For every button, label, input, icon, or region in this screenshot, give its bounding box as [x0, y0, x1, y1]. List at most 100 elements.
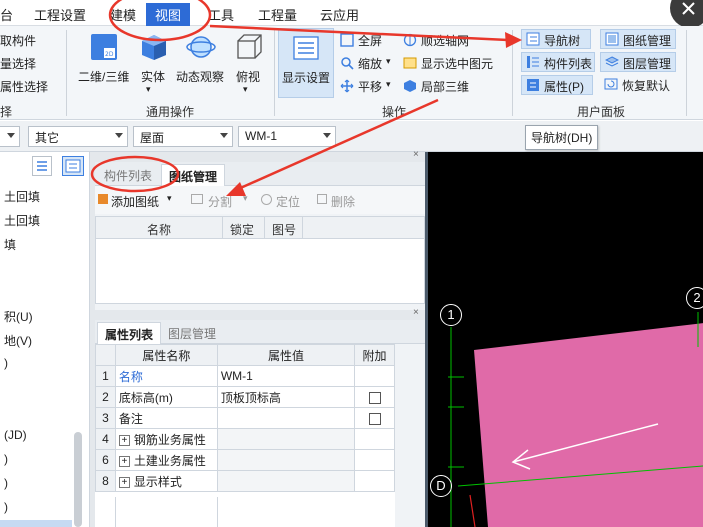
divider [222, 217, 223, 239]
tree-item[interactable]: 地(V) [4, 332, 32, 349]
property-value[interactable]: WM-1 [216, 365, 356, 387]
menu-item-cloud[interactable]: 云应用 [320, 5, 359, 24]
divider [264, 217, 265, 239]
drawing-action-bar: 添加图纸 ▾ 分割 ▾ 定位 删除 [95, 186, 425, 214]
menu-item-view[interactable]: 视图 [146, 3, 191, 26]
list-view-button[interactable] [32, 156, 52, 176]
svg-text:2D: 2D [105, 51, 114, 58]
orbit-icon [186, 36, 216, 58]
divider [217, 497, 218, 527]
axis-label-2: 2 [686, 287, 703, 309]
expand-icon[interactable]: + [118, 434, 130, 446]
restore-default-button[interactable]: 恢复默认 [600, 75, 676, 95]
tree-item[interactable]: 土回填 [4, 188, 40, 205]
category-combo[interactable]: 其它 [28, 126, 128, 147]
component-list-icon [527, 56, 539, 68]
tab-layer-manage[interactable]: 图层管理 [161, 322, 223, 344]
layer-manage-button[interactable]: 图层管理 [600, 52, 676, 72]
property-name: 显示样式 [133, 474, 182, 489]
box-view-icon [237, 34, 262, 59]
drawing-manage-button[interactable]: 图纸管理 [600, 29, 676, 49]
additional-cell [354, 365, 395, 387]
2d-3d-icon: 2D [91, 34, 117, 60]
additional-cell [354, 428, 395, 450]
table-row[interactable]: 4 + 钢筋业务属性 [95, 428, 395, 450]
property-value[interactable] [216, 407, 356, 429]
axis-label-d: D [430, 475, 452, 497]
tab-drawing-manage[interactable]: 图纸管理 [161, 164, 226, 186]
table-row[interactable]: 8 + 显示样式 [95, 470, 395, 492]
row-number: 4 [95, 428, 116, 450]
tab-property-list[interactable]: 属性列表 [97, 322, 162, 344]
type-combo[interactable]: 屋面 [133, 126, 233, 147]
table-row[interactable]: 1 名称 WM-1 [95, 365, 395, 387]
delete-button[interactable]: 删除 [331, 193, 355, 210]
property-group-cell[interactable]: + 钢筋业务属性 [114, 428, 218, 450]
divider [115, 497, 116, 527]
expand-icon[interactable]: + [118, 455, 130, 467]
panel-header: × [95, 149, 425, 162]
tree-item[interactable]: 填 [4, 236, 16, 253]
menu-item-tools[interactable]: 工具 [208, 5, 234, 24]
locate-button[interactable]: 定位 [276, 193, 300, 210]
batch-select-item[interactable]: 量选择 [0, 55, 36, 72]
list-settings-icon [293, 36, 319, 60]
property-group-cell[interactable]: + 显示样式 [114, 470, 218, 492]
property-button[interactable]: 属性(P) [521, 75, 593, 95]
pick-component-item[interactable]: 取构件 [0, 32, 36, 49]
selected-tree-row[interactable] [0, 520, 72, 527]
roof-slab[interactable] [474, 322, 703, 527]
property-label: 属性(P) [544, 80, 584, 94]
tree-item[interactable]: 积(U) [4, 308, 33, 325]
tree-item[interactable]: ) [4, 500, 8, 514]
boundary-line [469, 494, 476, 527]
detail-icon [65, 159, 81, 173]
tree-item[interactable]: (JD) [4, 428, 27, 442]
menu-item-project-settings[interactable]: 工程设置 [34, 5, 86, 24]
additional-checkbox[interactable] [368, 391, 381, 404]
table-row[interactable]: 3 备注 [95, 407, 395, 429]
tree-item[interactable]: ) [4, 356, 8, 370]
display-settings-button[interactable]: 显示设置 [278, 28, 334, 98]
tree-item[interactable]: ) [4, 476, 8, 490]
scrollbar-thumb[interactable] [74, 432, 82, 527]
menu-item-platform[interactable]: 台 [0, 5, 13, 24]
component-list-button[interactable]: 构件列表 [521, 52, 595, 72]
close-button[interactable] [670, 0, 703, 28]
col-additional: 附加 [354, 344, 395, 366]
cube-icon [142, 35, 166, 60]
property-value [216, 428, 356, 450]
drawing-canvas[interactable]: 1 2 D [428, 152, 703, 527]
divider [66, 30, 67, 116]
property-group-cell[interactable]: + 土建业务属性 [114, 449, 218, 471]
divider [274, 30, 275, 116]
floor-combo[interactable] [0, 126, 20, 147]
layer-manage-label: 图层管理 [623, 57, 672, 71]
nav-tree-button[interactable]: 导航树 [521, 29, 591, 49]
tab-component-list[interactable]: 构件列表 [97, 164, 159, 186]
component-panel: × 构件列表 图纸管理 添加图纸 ▾ 分割 ▾ 定位 删除 名称 锁定 图号 ×… [95, 149, 425, 527]
expand-icon[interactable]: + [118, 476, 130, 488]
table-row[interactable]: 6 + 土建业务属性 [95, 449, 395, 471]
divider [686, 30, 687, 116]
row-number: 8 [95, 470, 116, 492]
property-value[interactable]: 顶板顶标高 [216, 386, 356, 408]
table-row[interactable]: 2 底标高(m) 顶板顶标高 [95, 386, 395, 408]
close-icon[interactable]: × [413, 307, 419, 318]
close-icon[interactable]: × [413, 149, 419, 160]
attribute-select-item[interactable]: 属性选择 [0, 78, 48, 95]
component-combo[interactable]: WM-1 [238, 126, 336, 147]
chevron-down-icon [115, 133, 123, 138]
menu-item-modeling[interactable]: 建模 [110, 5, 136, 24]
detail-view-button[interactable] [62, 156, 84, 176]
add-drawing-button[interactable]: 添加图纸 [111, 193, 159, 210]
drawing-svg [448, 312, 703, 527]
split-icon [191, 194, 203, 204]
ribbon: 取构件 量选择 属性选择 择 2D 二维/三维 实体 ▾ 动态观察 俯视 ▾ 通… [0, 26, 703, 120]
split-button[interactable]: 分割 [208, 193, 232, 210]
tree-item[interactable]: 土回填 [4, 212, 40, 229]
additional-checkbox[interactable] [368, 412, 381, 425]
add-drawing-icon [98, 194, 108, 204]
tree-item[interactable]: ) [4, 452, 8, 466]
menu-item-quantity[interactable]: 工程量 [258, 5, 297, 24]
